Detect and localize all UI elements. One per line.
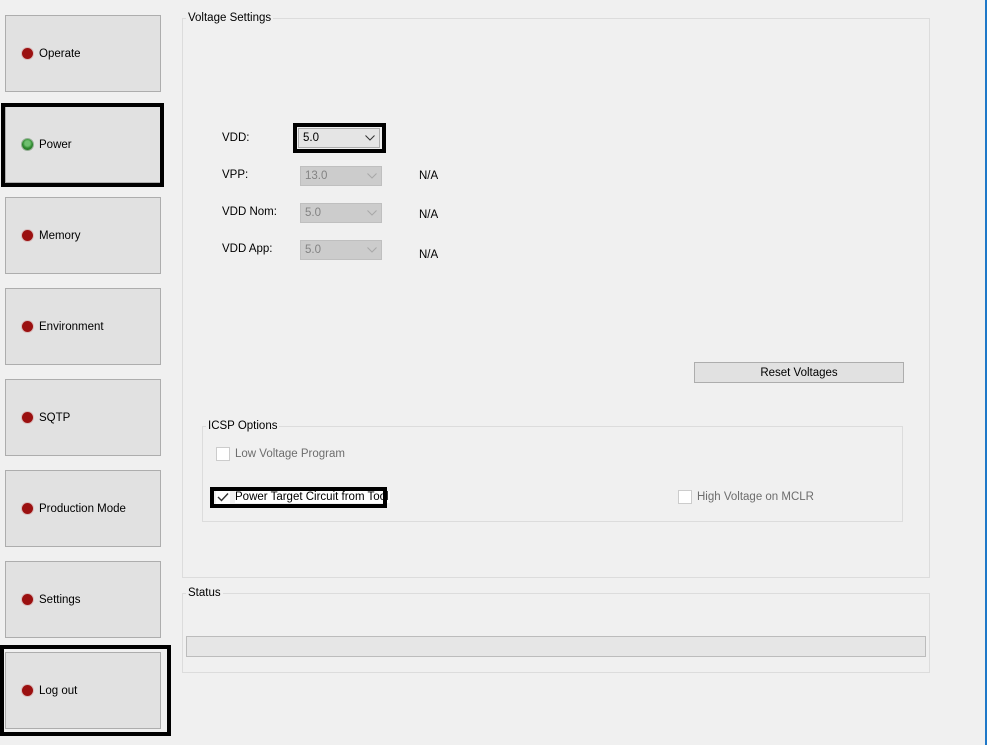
status-led-red-icon bbox=[22, 230, 33, 241]
status-led-red-icon bbox=[22, 685, 33, 696]
status-led-red-icon bbox=[22, 48, 33, 59]
high-voltage-mclr-checkbox[interactable]: High Voltage on MCLR bbox=[678, 490, 814, 504]
nav-label: Log out bbox=[39, 684, 78, 697]
nav-label: Power bbox=[39, 138, 72, 151]
nav-button-operate[interactable]: Operate bbox=[5, 15, 161, 92]
chevron-down-icon bbox=[367, 245, 377, 255]
status-group bbox=[182, 593, 930, 673]
chevron-down-icon bbox=[367, 208, 377, 218]
vdd-nom-select[interactable]: 5.0 bbox=[300, 203, 382, 223]
nav-label: Production Mode bbox=[39, 502, 126, 515]
power-target-checkbox[interactable]: Power Target Circuit from Tool bbox=[216, 490, 390, 504]
vdd-app-select[interactable]: 5.0 bbox=[300, 240, 382, 260]
vdd-app-readout: N/A bbox=[419, 249, 439, 261]
nav-button-sqtp[interactable]: SQTP bbox=[5, 379, 161, 456]
low-voltage-program-checkbox[interactable]: Low Voltage Program bbox=[216, 447, 345, 461]
checkbox-label: Power Target Circuit from Tool bbox=[235, 491, 390, 503]
nav-button-environment[interactable]: Environment bbox=[5, 288, 161, 365]
vdd-value: 5.0 bbox=[303, 132, 319, 144]
checkbox-box bbox=[216, 447, 230, 461]
icsp-options-title: ICSP Options bbox=[206, 420, 280, 432]
vpp-label: VPP: bbox=[222, 169, 249, 181]
reset-voltages-button[interactable]: Reset Voltages bbox=[694, 362, 904, 383]
vdd-nom-readout: N/A bbox=[419, 209, 439, 221]
vpp-readout: N/A bbox=[419, 170, 439, 182]
nav-label: Memory bbox=[39, 229, 81, 242]
nav-label: Environment bbox=[39, 320, 104, 333]
status-led-red-icon bbox=[22, 412, 33, 423]
vdd-label: VDD: bbox=[222, 132, 250, 144]
nav-button-settings[interactable]: Settings bbox=[5, 561, 161, 638]
nav-label: Operate bbox=[39, 47, 81, 60]
chevron-down-icon bbox=[367, 171, 377, 181]
icsp-options-group bbox=[202, 426, 903, 522]
vdd-app-label: VDD App: bbox=[222, 243, 273, 255]
chevron-down-icon bbox=[365, 133, 375, 143]
status-led-red-icon bbox=[22, 321, 33, 332]
status-led-green-icon bbox=[22, 139, 33, 150]
nav-button-power[interactable]: Power bbox=[5, 106, 161, 183]
status-progress-bar bbox=[186, 636, 926, 657]
nav-button-log-out[interactable]: Log out bbox=[5, 652, 161, 729]
nav-label: SQTP bbox=[39, 411, 71, 424]
nav-label: Settings bbox=[39, 593, 81, 606]
status-title: Status bbox=[186, 587, 223, 599]
nav-button-memory[interactable]: Memory bbox=[5, 197, 161, 274]
checkbox-box bbox=[678, 490, 692, 504]
vdd-app-value: 5.0 bbox=[305, 244, 321, 256]
checkbox-label: High Voltage on MCLR bbox=[697, 491, 814, 503]
status-led-red-icon bbox=[22, 503, 33, 514]
checkmark-icon bbox=[216, 490, 230, 504]
vdd-nom-label: VDD Nom: bbox=[222, 206, 277, 218]
vdd-select[interactable]: 5.0 bbox=[298, 128, 380, 148]
voltage-settings-title: Voltage Settings bbox=[186, 12, 274, 24]
vdd-nom-value: 5.0 bbox=[305, 207, 321, 219]
status-led-red-icon bbox=[22, 594, 33, 605]
checkbox-label: Low Voltage Program bbox=[235, 448, 345, 460]
vpp-select[interactable]: 13.0 bbox=[300, 166, 382, 186]
vpp-value: 13.0 bbox=[305, 170, 328, 182]
nav-button-production-mode[interactable]: Production Mode bbox=[5, 470, 161, 547]
